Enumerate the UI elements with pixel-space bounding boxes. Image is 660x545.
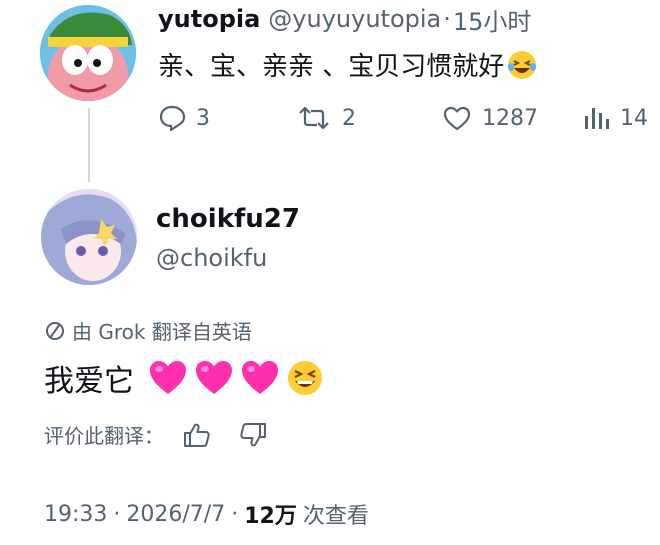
like-action[interactable]: 1287 — [442, 104, 538, 132]
reply-count: 3 — [196, 105, 210, 131]
thumbs-up-icon[interactable] — [182, 421, 212, 449]
reply-handle[interactable]: @choikfu — [156, 244, 267, 272]
post-meta: 19:33 · 2026/7/7 · 12万 次查看 — [44, 498, 369, 530]
repost-action[interactable]: 2 — [296, 104, 356, 132]
reply-display-name[interactable]: choikfu27 — [156, 204, 300, 234]
reply-text-row: 我爱它 — [44, 356, 324, 400]
patrick-avatar-image — [40, 5, 136, 101]
rate-translation-label: 评价此翻译： — [44, 424, 164, 448]
reply-action[interactable]: 3 — [158, 104, 210, 132]
translate-slash-icon — [46, 321, 64, 340]
pink-heart-emoji-icon — [242, 361, 278, 394]
reply-avatar[interactable] — [41, 189, 137, 285]
parent-separator: · — [443, 5, 451, 33]
post-date[interactable]: 2026/7/7 — [126, 502, 225, 527]
parent-header: yutopia @yuyuyutopia · 15小时 — [158, 2, 532, 37]
laughing-tears-emoji-icon — [508, 50, 537, 79]
views-total: 12万 — [244, 504, 297, 529]
parent-display-name[interactable]: yutopia — [158, 5, 260, 33]
rate-translation-row: 评价此翻译： — [44, 420, 268, 449]
views-chart-icon — [585, 108, 609, 129]
views-count: 14 — [620, 105, 648, 131]
like-count: 1287 — [482, 105, 538, 131]
reply-text: 我爱它 — [44, 364, 134, 399]
translation-note-row: 由 Grok 翻译自英语 — [44, 316, 252, 345]
anime-avatar-image — [41, 189, 137, 285]
views-label: 次查看 — [302, 504, 369, 529]
parent-text-row: 亲、宝、亲亲 、宝贝习惯就好 — [158, 46, 538, 83]
translation-note: 由 Grok 翻译自英语 — [72, 320, 252, 344]
meta-separator: · — [113, 501, 121, 527]
pink-heart-emoji-icon — [150, 361, 186, 394]
pink-heart-emoji-icon — [196, 361, 232, 394]
grinning-squint-emoji-icon — [288, 361, 322, 395]
reply-icon — [159, 105, 186, 132]
parent-handle[interactable]: @yuyuyutopia — [268, 5, 441, 33]
views-action[interactable]: 14 — [582, 104, 648, 132]
repost-icon — [299, 106, 329, 130]
parent-text: 亲、宝、亲亲 、宝贝习惯就好 — [158, 52, 505, 82]
parent-avatar[interactable] — [40, 5, 136, 101]
thread-connector — [88, 108, 90, 182]
parent-time[interactable]: 15小时 — [453, 2, 532, 37]
meta-separator: · — [231, 501, 239, 527]
post-time[interactable]: 19:33 — [44, 502, 107, 527]
heart-outline-icon — [443, 106, 471, 131]
repost-count: 2 — [342, 105, 356, 131]
thumbs-down-icon[interactable] — [238, 421, 268, 449]
